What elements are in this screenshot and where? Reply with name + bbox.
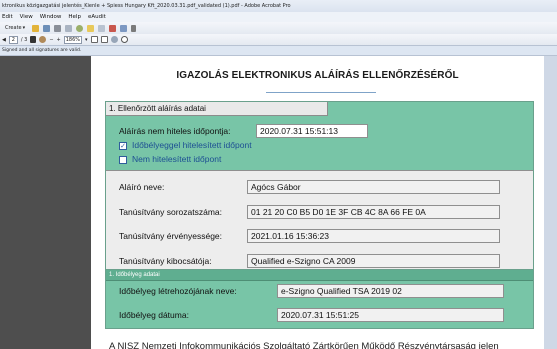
menu-view[interactable]: View [20, 12, 33, 22]
page-number-input[interactable]: 2 [8, 35, 18, 44]
menu-eaudit[interactable]: eAudit [88, 12, 106, 22]
timestamp-section-heading: 1. Időbélyeg adatai [106, 270, 533, 281]
signature-status-bar: Signed and all signatures are valid. [0, 46, 557, 56]
zoom-out-icon[interactable]: − [49, 37, 53, 43]
certificate-validity-value: 2021.01.16 15:36:23 [247, 229, 500, 243]
fit-width-icon[interactable] [100, 36, 108, 43]
navigation-bar: ◀ 2 / 3 − + 186% ▾ [0, 34, 557, 46]
not-authenticated-checkbox[interactable] [119, 156, 127, 164]
pen-icon[interactable] [131, 24, 137, 32]
body-paragraph: A NISZ Nemzeti Infokommunikációs Szolgál… [109, 341, 499, 349]
fit-page-icon[interactable] [90, 36, 98, 43]
timestamp-data-section: 1. Időbélyeg adatai Időbélyeg létrehozój… [105, 269, 534, 329]
menu-window[interactable]: Window [40, 12, 62, 22]
certificate-serial-label: Tanúsítvány sorozatszáma: [119, 207, 222, 217]
read-mode-icon[interactable] [110, 36, 118, 43]
menu-help[interactable]: Help [68, 12, 81, 22]
save-icon[interactable] [43, 24, 51, 32]
zoom-in-icon[interactable]: + [57, 37, 61, 43]
signer-name-value: Agócs Gábor [247, 180, 500, 194]
hand-tool-icon[interactable] [39, 36, 47, 43]
folder-icon[interactable] [32, 24, 40, 32]
certificate-issuer-label: Tanúsítvány kibocsátója: [119, 256, 212, 266]
toolbar: Create ▾ [0, 22, 557, 34]
select-tool-icon[interactable] [30, 36, 37, 43]
right-margin [544, 56, 557, 349]
menu-bar: Edit View Window Help eAudit [0, 12, 557, 22]
previous-page-icon[interactable]: ◀ [2, 37, 6, 43]
search-icon[interactable] [120, 36, 128, 43]
pdf-page[interactable]: IGAZOLÁS ELEKTRONIKUS ALÁÍRÁS ELLENŐRZÉS… [91, 56, 544, 349]
signing-time-value: 2020.07.31 15:51:13 [256, 124, 368, 138]
timestamped-checkbox[interactable]: ✓ [119, 142, 127, 150]
certificate-issuer-value: Qualified e-Szigno CA 2009 [247, 254, 500, 268]
create-label: Create [5, 25, 22, 31]
left-navigation-panel [0, 56, 91, 349]
zoom-input[interactable]: 186% [63, 35, 83, 44]
comment-icon[interactable] [87, 24, 95, 32]
share-icon[interactable] [98, 24, 106, 32]
create-button[interactable]: Create ▾ [2, 24, 28, 33]
signer-name-label: Aláíró neve: [119, 182, 165, 192]
timestamped-label: Időbélyeggel hitelesített időpont [132, 140, 252, 150]
not-authenticated-label: Nem hitelesített időpont [132, 154, 222, 164]
timestamp-date-label: Időbélyeg dátuma: [119, 310, 189, 320]
email-icon[interactable] [65, 24, 73, 32]
title-divider [266, 92, 376, 93]
stamp-icon[interactable] [120, 24, 128, 32]
window-title: ktronikus közigazgatási jelentés_Kienle … [0, 0, 557, 12]
chevron-down-icon: ▾ [22, 25, 26, 31]
print-icon[interactable] [54, 24, 62, 32]
sign-icon[interactable] [109, 24, 117, 32]
certificate-serial-value: 01 21 20 C0 B5 D0 1E 3F CB 4C 8A 66 FE 0… [247, 205, 500, 219]
signing-time-label: Aláírás nem hiteles időpontja: [119, 126, 231, 136]
signature-data-section: 1. Ellenőrzött aláírás adatai Aláírás ne… [105, 101, 534, 294]
timestamp-date-value: 2020.07.31 15:51:25 [277, 308, 504, 322]
menu-edit[interactable]: Edit [2, 12, 13, 22]
timestamp-creator-label: Időbélyeg létrehozójának neve: [119, 286, 237, 296]
timestamp-creator-value: e-Szigno Qualified TSA 2019 02 [277, 284, 504, 298]
signature-section-heading: 1. Ellenőrzött aláírás adatai [106, 102, 328, 116]
settings-icon[interactable] [76, 24, 84, 32]
page-total: / 3 [20, 36, 28, 43]
zoom-dropdown-icon[interactable]: ▾ [85, 37, 88, 43]
certificate-validity-label: Tanúsítvány érvényessége: [119, 231, 223, 241]
document-title: IGAZOLÁS ELEKTRONIKUS ALÁÍRÁS ELLENŐRZÉS… [176, 70, 459, 81]
